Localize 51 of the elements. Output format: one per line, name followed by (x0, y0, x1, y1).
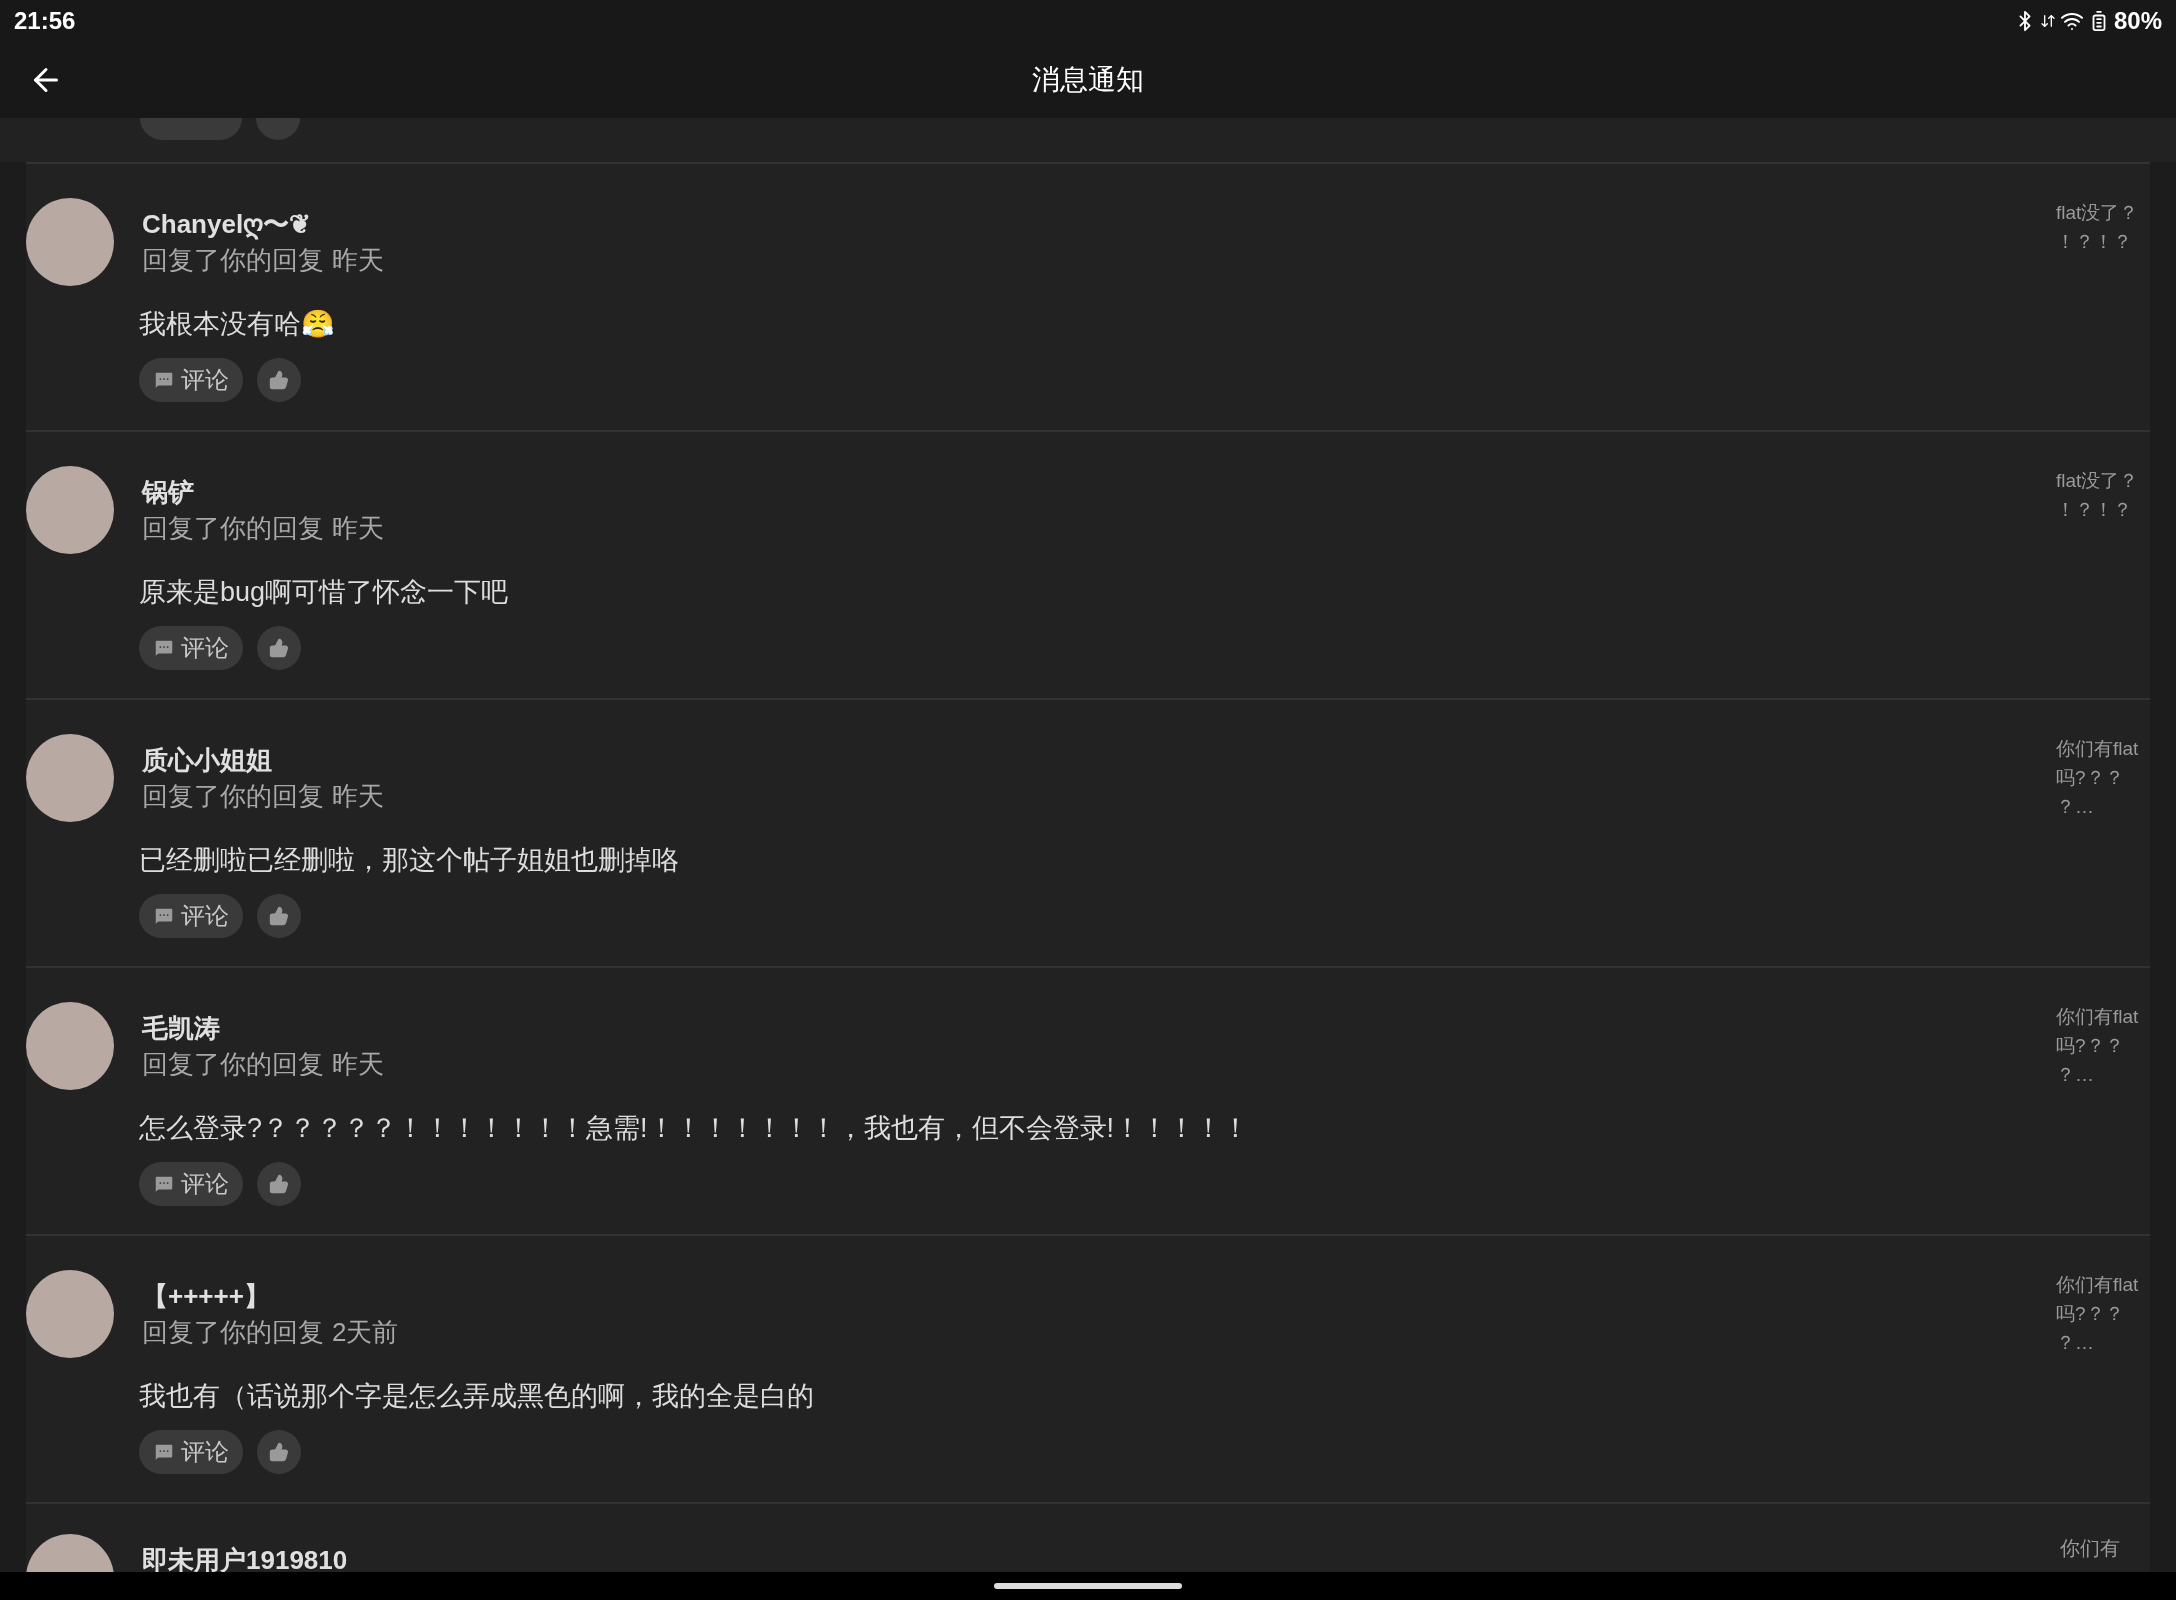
user-name[interactable]: 【+++++】 (142, 1278, 2056, 1314)
time-text: 昨天 (332, 780, 384, 813)
comment-icon (153, 1441, 175, 1463)
post-snippet[interactable]: 你们有 (2060, 1534, 2140, 1572)
user-name[interactable]: 锅铲 (142, 474, 2056, 510)
battery-text: 80% (2113, 6, 2162, 36)
thumbs-up-icon (269, 370, 289, 390)
comment-button[interactable]: 评论 (139, 358, 243, 402)
comment-icon (153, 637, 175, 659)
like-button[interactable] (257, 1162, 301, 1206)
reply-text: 原来是bug啊可惜了怀念一下吧 (139, 576, 510, 609)
user-name[interactable]: 质心小姐姐 (142, 742, 2056, 778)
data-icon (2039, 13, 2056, 29)
time-text: 昨天 (332, 244, 384, 277)
user-name[interactable]: 即未用户1919810 (142, 1542, 2060, 1572)
like-button[interactable] (257, 358, 301, 402)
comment-icon (153, 905, 175, 927)
like-button[interactable] (257, 894, 301, 938)
like-button[interactable] (257, 1430, 301, 1474)
comment-button[interactable]: 评论 (139, 1162, 243, 1206)
reply-text: 我根本没有哈😤 (139, 308, 336, 341)
time-text: 昨天 (332, 512, 384, 545)
reply-text: 怎么登录?？？？？？！！！！！！！急需!！！！！！！！，我也有，但不会登录!！！！！！ (139, 1112, 1251, 1145)
thumbs-up-icon (269, 1442, 289, 1462)
user-name[interactable]: 毛凯涛 (142, 1010, 2056, 1046)
action-text: 回复了你的回复 (142, 512, 324, 545)
thumbs-up-icon (269, 906, 289, 926)
comment-button[interactable]: 评论 (139, 626, 243, 670)
reply-text: 已经删啦已经删啦，那这个帖子姐姐也删掉咯 (139, 844, 680, 877)
post-snippet[interactable]: 你们有flat吗?？？？… (2056, 1002, 2140, 1089)
action-text: 回复了你的回复 (142, 1316, 324, 1349)
action-text: 回复了你的回复 (142, 244, 324, 277)
like-button[interactable] (257, 626, 301, 670)
post-snippet[interactable]: 你们有flat吗?？？？… (2056, 1270, 2140, 1357)
post-snippet[interactable]: flat没了？！？！？ (2056, 198, 2140, 256)
thumbs-up-icon (269, 1174, 289, 1194)
action-text: 回复了你的回复 (142, 1048, 324, 1081)
thumbs-up-icon (269, 638, 289, 658)
action-text: 回复了你的回复 (142, 780, 324, 813)
post-snippet[interactable]: flat没了？！？！？ (2056, 466, 2140, 524)
comment-icon (153, 369, 175, 391)
comment-button[interactable]: 评论 (139, 1430, 243, 1474)
reply-text: 我也有（话说那个字是怎么弄成黑色的啊，我的全是白的 (139, 1380, 815, 1413)
time-text: 2天前 (332, 1316, 399, 1349)
user-name[interactable]: Chanyelღ〜❦ (142, 206, 2056, 242)
post-snippet[interactable]: 你们有flat吗?？？？… (2056, 734, 2140, 821)
comment-icon (153, 1173, 175, 1195)
status-time: 21:56 (14, 6, 76, 36)
page-title: 消息通知 (1032, 63, 1144, 97)
time-text: 昨天 (332, 1048, 384, 1081)
comment-button[interactable]: 评论 (139, 894, 243, 938)
